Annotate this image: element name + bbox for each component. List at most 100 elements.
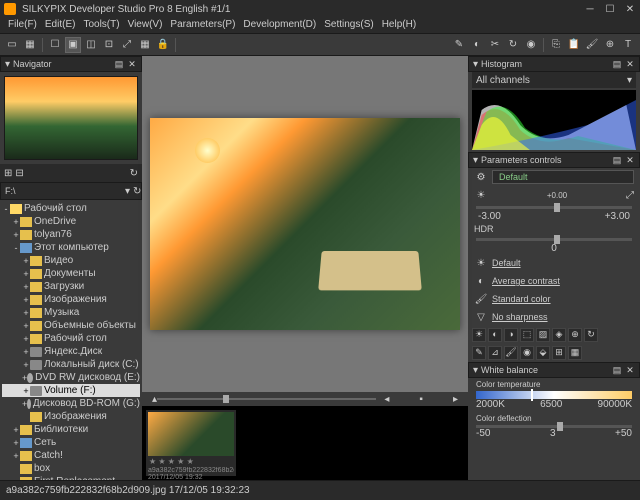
tool-lock-icon[interactable]: 🔒 (155, 37, 171, 53)
tree-item[interactable]: +Объемные объекты (2, 319, 140, 332)
histogram-channel-select[interactable]: All channels▾ (472, 72, 636, 88)
adj-icon-1[interactable]: ☀ (472, 328, 486, 342)
gear-icon[interactable]: ⚙ (474, 170, 488, 184)
tree-item[interactable]: -Рабочий стол (2, 202, 140, 215)
collapse-icon[interactable]: ▾ (473, 155, 478, 166)
panel-menu-icon[interactable]: ▤ (612, 365, 622, 375)
preset-button[interactable]: Default (492, 170, 634, 184)
tool-grid-icon[interactable]: ▦ (137, 37, 153, 53)
close-button[interactable]: ✕ (624, 3, 636, 15)
nav-next-icon[interactable]: ↻ (130, 168, 138, 179)
menu-edit[interactable]: Edit(E) (41, 18, 80, 33)
tool-brush-icon[interactable]: 🖌 (584, 37, 600, 53)
tree-item[interactable]: +Дисковод BD-ROM (G:) (2, 397, 140, 410)
tool-fit-icon[interactable]: ⊡ (101, 37, 117, 53)
zoom-slider[interactable]: ▴ ◂▪▸ (142, 392, 468, 406)
param-label[interactable]: Average contrast (492, 276, 634, 286)
tree-item[interactable]: +Локальный диск (C:) (2, 358, 140, 371)
panel-close-icon[interactable]: ✕ (127, 59, 137, 69)
tool-text-icon[interactable]: T (620, 37, 636, 53)
adj-icon-5[interactable]: ▨ (536, 328, 550, 342)
adj-icon-2[interactable]: ◐ (488, 328, 502, 342)
tree-item[interactable]: +DVD RW дисковод (E:) (2, 371, 140, 384)
tool-compare-icon[interactable]: ▣ (65, 37, 81, 53)
tree-item[interactable]: +Загрузки (2, 280, 140, 293)
adj-icon-8[interactable]: ↻ (584, 328, 598, 342)
collapse-icon[interactable]: ▾ (473, 59, 478, 70)
thumbnail-card[interactable]: ★ ★ ★ ★ ★ a9a382c759fb222832f68b2d 2017/… (146, 410, 236, 476)
tree-item[interactable]: Изображения (2, 410, 140, 423)
param-label[interactable]: Default (492, 258, 634, 268)
tool-single-icon[interactable]: ☐ (47, 37, 63, 53)
tool-open-icon[interactable]: ▭ (4, 37, 20, 53)
path-input[interactable] (5, 186, 122, 196)
adj-icon-4[interactable]: ⬚ (520, 328, 534, 342)
path-refresh-icon[interactable]: ↻ (133, 186, 141, 197)
adj-icon-13[interactable]: ⬙ (536, 346, 550, 360)
menu-file[interactable]: File(F) (4, 18, 41, 33)
wb-temp-slider[interactable] (476, 391, 632, 399)
tree-item[interactable]: +Документы (2, 267, 140, 280)
nav-prev-icon[interactable]: ⊟ (15, 168, 23, 179)
adj-icon-7[interactable]: ⊕ (568, 328, 582, 342)
tree-item[interactable]: +Volume (F:) (2, 384, 140, 397)
adj-icon-10[interactable]: ⊿ (488, 346, 502, 360)
folder-tree[interactable]: -Рабочий стол+OneDrive+tolyan76-Этот ком… (0, 200, 142, 480)
image-canvas[interactable] (142, 56, 468, 392)
tool-paste-icon[interactable]: 📋 (566, 37, 582, 53)
filmstrip[interactable]: ★ ★ ★ ★ ★ a9a382c759fb222832f68b2d 2017/… (142, 406, 468, 480)
tree-item[interactable]: -Этот компьютер (2, 241, 140, 254)
path-dropdown-icon[interactable]: ▾ (125, 186, 130, 197)
panel-menu-icon[interactable]: ▤ (612, 59, 622, 69)
exposure-slider[interactable] (468, 204, 640, 211)
expand-icon[interactable]: ⤢ (626, 190, 634, 201)
collapse-icon[interactable]: ▾ (473, 365, 478, 376)
tool-stamp-icon[interactable]: ⊕ (602, 37, 618, 53)
maximize-button[interactable]: ☐ (604, 3, 616, 15)
adj-icon-9[interactable]: ✎ (472, 346, 486, 360)
minimize-button[interactable]: ─ (584, 3, 596, 15)
menu-settings[interactable]: Settings(S) (320, 18, 377, 33)
menu-development[interactable]: Development(D) (239, 18, 320, 33)
tool-copy-icon[interactable]: ⎘ (548, 37, 564, 53)
tree-item[interactable]: +Видео (2, 254, 140, 267)
panel-menu-icon[interactable]: ▤ (114, 59, 124, 69)
tool-crop-icon[interactable]: ✂ (487, 37, 503, 53)
tree-item[interactable]: +OneDrive (2, 215, 140, 228)
menu-tools[interactable]: Tools(T) (79, 18, 123, 33)
adj-icon-15[interactable]: ▦ (568, 346, 582, 360)
nav-first-icon[interactable]: ⊞ (4, 168, 12, 179)
collapse-icon[interactable]: ▾ (5, 59, 10, 70)
tree-item[interactable]: +Сеть (2, 436, 140, 449)
menu-view[interactable]: View(V) (124, 18, 167, 33)
adj-icon-12[interactable]: ◉ (520, 346, 534, 360)
tree-item[interactable]: +Catch! (2, 449, 140, 462)
tree-item[interactable]: First Replacement (2, 475, 140, 480)
adj-icon-6[interactable]: ◈ (552, 328, 566, 342)
tree-item[interactable]: +Рабочий стол (2, 332, 140, 345)
panel-close-icon[interactable]: ✕ (625, 365, 635, 375)
panel-menu-icon[interactable]: ▤ (612, 155, 622, 165)
tree-item[interactable]: box (2, 462, 140, 475)
wb-defl-slider[interactable] (476, 425, 632, 428)
thumbnail-rating[interactable]: ★ ★ ★ ★ ★ (148, 456, 234, 467)
tree-item[interactable]: +Музыка (2, 306, 140, 319)
tool-expand-icon[interactable]: ⤢ (119, 37, 135, 53)
tool-eyedropper-icon[interactable]: ✎ (451, 37, 467, 53)
tool-thumb-icon[interactable]: ▦ (22, 37, 38, 53)
tree-item[interactable]: +tolyan76 (2, 228, 140, 241)
tool-split-icon[interactable]: ◫ (83, 37, 99, 53)
adj-icon-3[interactable]: ◑ (504, 328, 518, 342)
tree-item[interactable]: +Яндекс.Диск (2, 345, 140, 358)
param-label[interactable]: Standard color (492, 294, 634, 304)
tree-item[interactable]: +Изображения (2, 293, 140, 306)
adj-icon-14[interactable]: ⊞ (552, 346, 566, 360)
panel-close-icon[interactable]: ✕ (625, 155, 635, 165)
param-label[interactable]: No sharpness (492, 312, 634, 322)
adj-icon-11[interactable]: 🖌 (504, 346, 518, 360)
panel-close-icon[interactable]: ✕ (625, 59, 635, 69)
tool-rotate-icon[interactable]: ↻ (505, 37, 521, 53)
tool-wb-icon[interactable]: ◐ (469, 37, 485, 53)
menu-parameters[interactable]: Parameters(P) (166, 18, 239, 33)
tool-spot-icon[interactable]: ◉ (523, 37, 539, 53)
